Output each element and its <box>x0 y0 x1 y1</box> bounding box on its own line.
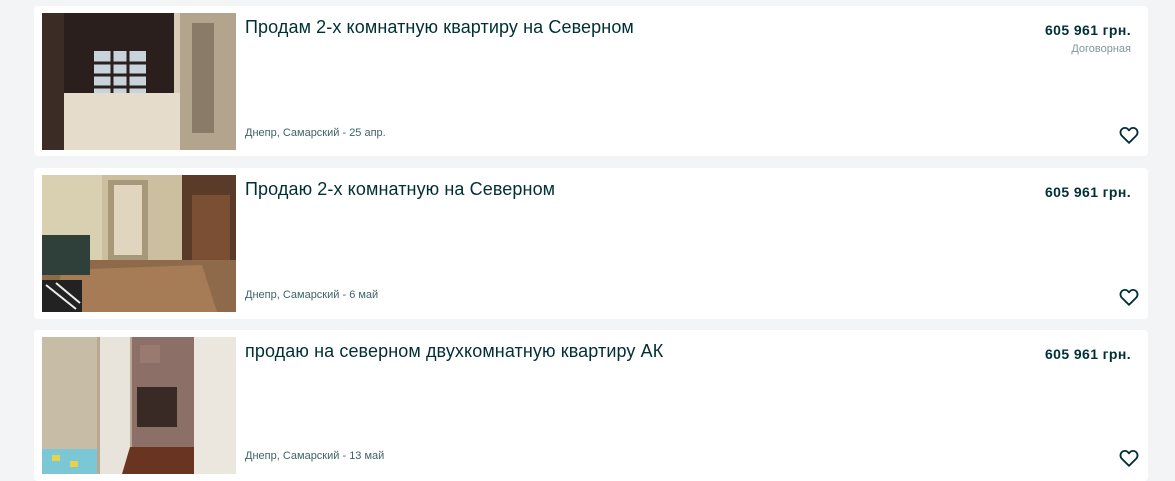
listing-location-date: Днепр, Самарский - 13 май <box>245 450 385 462</box>
listing-location-date: Днепр, Самарский - 25 апр. <box>245 127 386 139</box>
listing-photo[interactable] <box>42 175 236 312</box>
listing-price: 605 961 грн. <box>1044 184 1131 200</box>
heart-outline-icon[interactable] <box>1118 447 1140 469</box>
listing-photo[interactable] <box>42 337 236 474</box>
listing-location-date: Днепр, Самарский - 6 май <box>245 289 379 301</box>
heart-outline-icon[interactable] <box>1118 124 1140 146</box>
listing-price: 605 961 грн. <box>1044 22 1131 38</box>
listing-card[interactable]: Продаю 2-х комнатную на Северном Днепр, … <box>34 168 1148 319</box>
heart-outline-icon[interactable] <box>1118 286 1140 308</box>
listing-card[interactable]: Продам 2-х комнатную квартиру на Северно… <box>34 6 1148 156</box>
listing-photo[interactable] <box>42 13 236 150</box>
listing-title[interactable]: Продам 2-х комнатную квартиру на Северно… <box>245 17 634 38</box>
listing-card[interactable]: продаю на северном двухкомнатную квартир… <box>34 330 1148 481</box>
listing-price: 605 961 грн. <box>1044 346 1131 362</box>
listing-title[interactable]: Продаю 2-х комнатную на Северном <box>245 179 555 200</box>
listing-title[interactable]: продаю на северном двухкомнатную квартир… <box>245 341 663 362</box>
price-negotiable-label: Договорная <box>1071 43 1131 55</box>
